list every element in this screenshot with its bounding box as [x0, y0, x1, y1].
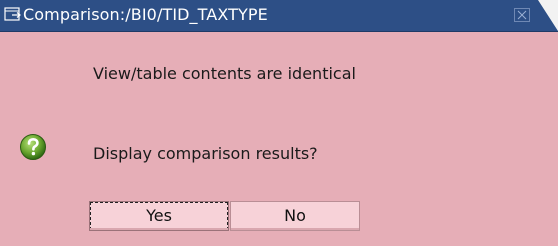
no-button[interactable]: No — [230, 201, 360, 231]
dialog-title: Comparison:/BI0/TID_TAXTYPE — [23, 5, 268, 24]
titlebar-corner — [538, 0, 558, 31]
question-icon — [19, 133, 47, 161]
comparison-dialog: Comparison:/BI0/TID_TAXTYPE View/table c… — [0, 0, 558, 246]
info-message: View/table contents are identical — [93, 64, 356, 83]
question-message: Display comparison results? — [93, 144, 318, 163]
close-icon[interactable] — [514, 8, 530, 22]
yes-button[interactable]: Yes — [89, 201, 229, 231]
window-icon — [3, 6, 23, 24]
dialog-titlebar[interactable]: Comparison:/BI0/TID_TAXTYPE — [0, 0, 558, 32]
